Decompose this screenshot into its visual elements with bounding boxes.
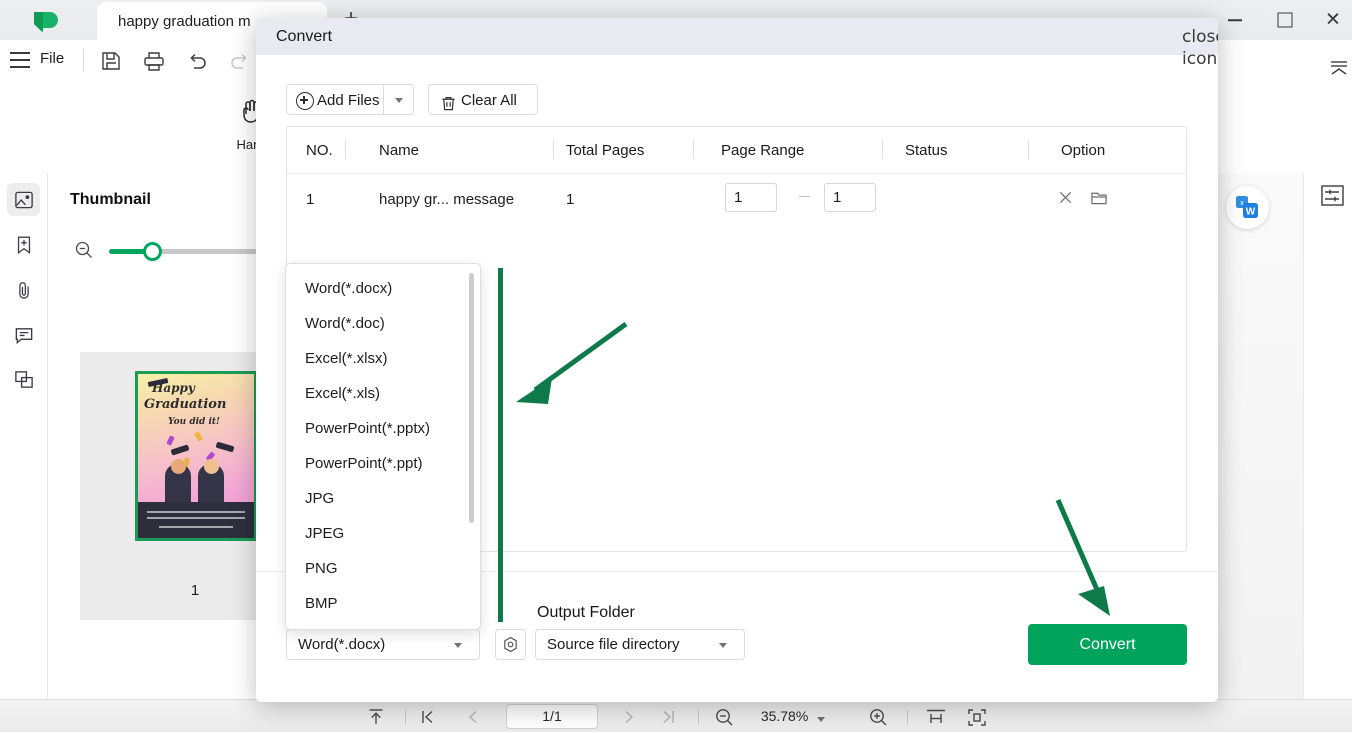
window-maximize-button[interactable] — [1262, 0, 1308, 40]
output-folder-value: Source file directory — [547, 636, 680, 653]
page-range-to-input[interactable]: 1 — [824, 183, 876, 212]
thumbnail-panel-title: Thumbnail — [70, 191, 151, 208]
cell-total-pages: 1 — [566, 191, 575, 208]
col-header-total-pages: Total Pages — [566, 142, 645, 159]
add-files-label: Add Files — [317, 92, 380, 109]
poster-line-3: You did it! — [168, 417, 220, 427]
format-dropdown-list[interactable]: Word(*.docx) Word(*.doc) Excel(*.xlsx) Exce… — [285, 263, 481, 630]
window-minimize-button[interactable] — [1212, 0, 1258, 40]
window-close-button[interactable]: ✕ — [1310, 0, 1352, 40]
col-header-name: Name — [379, 142, 420, 159]
collapse-ribbon-icon[interactable] — [1327, 58, 1351, 78]
poster-thrown-cap-2 — [215, 441, 235, 453]
poster-graduate-2-head — [204, 459, 219, 474]
page-range-dash — [799, 196, 810, 197]
remove-file-icon[interactable] — [1057, 189, 1074, 211]
sidebar-item-bookmark[interactable] — [7, 228, 40, 261]
file-menu-button[interactable]: File — [40, 50, 64, 67]
format-option[interactable]: Excel(*.xls) — [286, 376, 480, 411]
save-icon[interactable] — [99, 49, 125, 73]
sidebar-item-attachment[interactable] — [7, 273, 40, 306]
first-page-icon[interactable] — [418, 707, 436, 732]
format-option[interactable]: PowerPoint(*.pptx) — [286, 411, 480, 446]
zoom-in-icon[interactable] — [868, 707, 889, 733]
format-option[interactable]: JPG — [286, 481, 480, 516]
page-indicator-input[interactable]: 1/1 — [506, 704, 598, 729]
poster-confetti — [194, 431, 203, 442]
poster-confetti — [166, 435, 175, 446]
chevron-down-icon — [719, 643, 727, 648]
scroll-to-top-icon[interactable] — [366, 707, 386, 732]
zoom-level-value[interactable]: 35.78% — [752, 705, 834, 727]
poster-thrown-cap-1 — [170, 444, 190, 456]
app-logo-icon — [30, 11, 60, 33]
dropdown-scrollbar[interactable] — [469, 273, 474, 523]
poster-line-1: Happy — [152, 381, 195, 395]
properties-icon[interactable] — [1320, 184, 1345, 207]
fit-width-icon[interactable] — [925, 707, 947, 733]
poster-graduate-1-head — [171, 459, 186, 474]
chevron-down-icon — [454, 643, 462, 648]
toolbar-divider — [83, 49, 84, 71]
clear-all-label: Clear All — [461, 92, 517, 109]
previous-page-icon[interactable] — [464, 707, 482, 732]
clear-all-button[interactable]: Clear All — [428, 84, 538, 115]
thumbnail-zoom-out-icon[interactable] — [74, 240, 94, 260]
convert-button[interactable]: Convert — [1028, 624, 1187, 665]
output-folder-select[interactable]: Source file directory — [535, 629, 745, 660]
output-format-value: Word(*.docx) — [298, 636, 386, 653]
format-option[interactable]: BMP — [286, 586, 480, 621]
col-header-no: NO. — [306, 142, 333, 159]
col-header-option: Option — [1061, 142, 1106, 159]
convert-dialog-header — [256, 18, 1218, 55]
zoom-out-icon[interactable] — [714, 707, 735, 733]
output-format-select[interactable]: Word(*.docx) — [286, 629, 480, 660]
next-page-icon[interactable] — [620, 707, 638, 732]
undo-icon[interactable] — [185, 49, 211, 73]
page-range-from-input[interactable]: 1 — [725, 183, 777, 212]
format-option[interactable]: Excel(*.xlsx) — [286, 341, 480, 376]
format-option[interactable]: PowerPoint(*.ppt) — [286, 446, 480, 481]
col-header-status: Status — [905, 142, 948, 159]
svg-text:W: W — [1246, 207, 1256, 218]
sidebar-item-layers[interactable] — [7, 363, 40, 396]
poster-footer-text — [138, 502, 254, 538]
sidebar-item-comment[interactable] — [7, 318, 40, 351]
fit-page-icon[interactable] — [966, 707, 988, 733]
cell-no: 1 — [306, 191, 315, 208]
output-folder-label: Output Folder — [537, 604, 635, 621]
format-option[interactable]: Word(*.docx) — [286, 271, 480, 306]
cell-name: happy gr... message — [379, 191, 515, 208]
poster-line-2: Graduation — [144, 397, 227, 412]
add-files-dropdown-button[interactable] — [384, 84, 414, 115]
page-thumbnail-image[interactable]: Happy Graduation You did it! — [135, 371, 257, 541]
right-rail — [1303, 173, 1352, 699]
last-page-icon[interactable] — [660, 707, 678, 732]
add-files-button[interactable]: Add Files — [286, 84, 384, 115]
convert-dialog-title: Convert — [276, 28, 333, 45]
thumbnail-zoom-slider-knob[interactable] — [143, 242, 162, 261]
redo-icon[interactable] — [228, 49, 254, 73]
sidebar-item-thumbnail[interactable] — [7, 183, 40, 216]
chevron-down-icon[interactable] — [817, 706, 826, 728]
hamburger-icon[interactable] — [10, 52, 30, 68]
print-icon[interactable] — [142, 49, 168, 73]
open-folder-icon[interactable] — [1090, 189, 1108, 211]
format-option[interactable]: PNG — [286, 551, 480, 586]
convert-dialog: Convert close-icon Add Files Clear All N… — [256, 18, 1218, 702]
format-option[interactable]: JPEG — [286, 516, 480, 551]
chevron-down-icon — [395, 98, 403, 103]
convert-dialog-close-button[interactable]: close-icon — [1182, 26, 1218, 69]
format-option[interactable]: Word(*.doc) — [286, 306, 480, 341]
conversion-settings-button[interactable] — [495, 629, 526, 660]
plus-circle-icon — [296, 92, 314, 110]
zoom-level-text: 35.78% — [760, 708, 809, 724]
word-convert-badge-icon[interactable]: x W — [1226, 186, 1269, 229]
trash-icon — [440, 92, 457, 123]
left-rail — [0, 173, 48, 699]
settings-gear-icon — [502, 636, 519, 658]
col-header-page-range: Page Range — [721, 142, 805, 159]
